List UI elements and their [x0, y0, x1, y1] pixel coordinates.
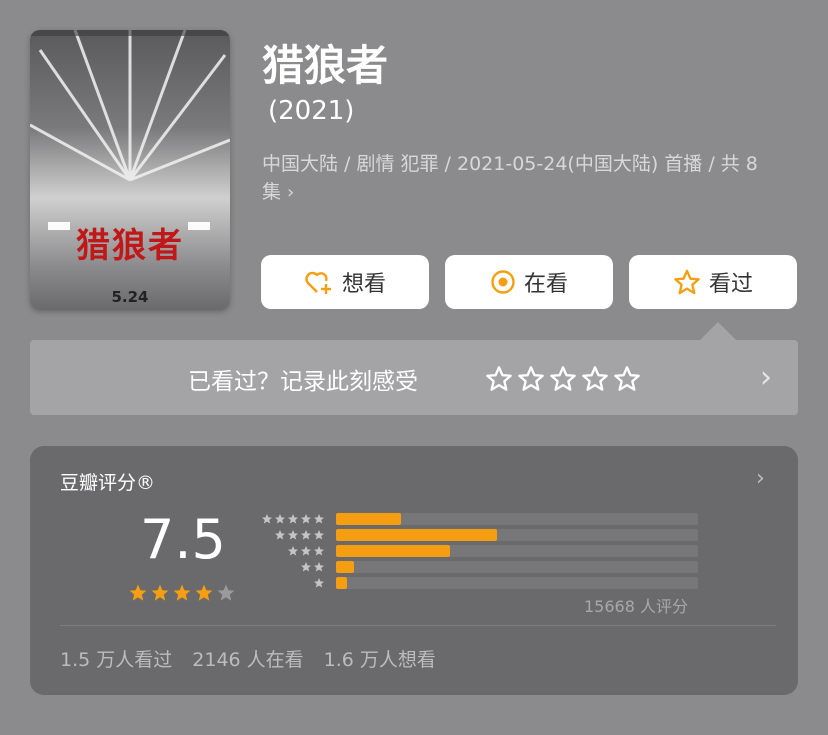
target-icon — [490, 269, 516, 295]
small-star-icon — [301, 562, 311, 572]
small-star-icon — [314, 562, 324, 572]
small-star-icon — [288, 514, 298, 524]
rate-star-icon[interactable] — [517, 365, 545, 393]
small-star-icon — [301, 546, 311, 556]
rating-stars — [128, 583, 236, 603]
distribution-stars-3 — [287, 545, 325, 557]
watching-button[interactable]: 在看 — [445, 255, 613, 309]
chevron-right-icon[interactable]: › — [760, 360, 772, 395]
movie-poster[interactable]: 猎狼者 5.24 — [30, 30, 230, 310]
stat-watched[interactable]: 1.5 万人看过 — [60, 645, 172, 672]
distribution-stars-2 — [300, 561, 325, 573]
star-empty-icon — [217, 584, 235, 601]
want-button-label: 想看 — [341, 272, 386, 297]
distribution-bar-5 — [336, 513, 402, 525]
small-star-icon — [275, 530, 285, 540]
rate-star-icon[interactable] — [485, 365, 513, 393]
distribution-bar-1 — [336, 577, 347, 589]
rate-star-icon[interactable] — [581, 365, 609, 393]
rating-votes[interactable]: 15668 人评分 — [584, 593, 688, 617]
release-year: (2021) — [268, 96, 355, 126]
watched-button[interactable]: 看过 — [629, 255, 797, 309]
rate-star-icon[interactable] — [549, 365, 577, 393]
movie-meta[interactable]: 中国大陆 / 剧情 犯罪 / 2021-05-24(中国大陆) 首播 / 共 8… — [262, 150, 792, 207]
distribution-track — [336, 561, 698, 573]
poster-title: 猎狼者 — [76, 226, 184, 266]
small-star-icon — [314, 530, 324, 540]
small-star-icon — [314, 578, 324, 588]
rating-header: 豆瓣评分® — [60, 472, 156, 494]
small-star-icon — [314, 514, 324, 524]
chevron-right-icon[interactable]: › — [756, 466, 765, 491]
small-star-icon — [301, 530, 311, 540]
distribution-track — [336, 577, 698, 589]
rating-score: 7.5 — [140, 508, 226, 571]
rate-prompt-text: 已看过？记录此刻感受 — [188, 369, 418, 395]
stat-watching[interactable]: 2146 人在看 — [192, 645, 303, 672]
small-star-icon — [314, 546, 324, 556]
distribution-stars-4 — [274, 529, 325, 541]
chevron-right-icon: › — [287, 182, 295, 203]
star-filled-icon — [151, 584, 169, 601]
distribution-bar-4 — [336, 529, 498, 541]
poster-artwork — [30, 30, 230, 230]
distribution-track — [336, 545, 698, 557]
watched-button-label: 看过 — [708, 272, 753, 297]
small-star-icon — [301, 514, 311, 524]
star-filled-icon — [195, 584, 213, 601]
divider — [60, 625, 776, 626]
rate-stars[interactable] — [485, 365, 641, 393]
distribution-bar-2 — [336, 561, 355, 573]
heart-plus-icon — [304, 269, 334, 295]
watching-button-label: 在看 — [523, 272, 568, 297]
distribution-track — [336, 529, 698, 541]
distribution-track — [336, 513, 698, 525]
small-star-icon — [275, 514, 285, 524]
stat-want[interactable]: 1.6 万人想看 — [324, 645, 436, 672]
poster-date: 5.24 — [111, 288, 149, 306]
star-filled-icon — [173, 584, 191, 601]
page-title: 猎狼者 — [262, 41, 389, 90]
want-button[interactable]: 想看 — [261, 255, 429, 309]
distribution-stars-5 — [261, 513, 325, 525]
star-filled-icon — [129, 584, 147, 601]
stats-row: 1.5 万人看过 2146 人在看 1.6 万人想看 — [60, 645, 436, 672]
movie-meta-text: 中国大陆 / 剧情 犯罪 / 2021-05-24(中国大陆) 首播 / 共 8… — [262, 153, 758, 203]
distribution-stars-1 — [313, 577, 325, 589]
small-star-icon — [288, 546, 298, 556]
star-outline-icon — [673, 269, 701, 296]
distribution-bar-3 — [336, 545, 451, 557]
small-star-icon — [288, 530, 298, 540]
small-star-icon — [262, 514, 272, 524]
rate-star-icon[interactable] — [613, 365, 641, 393]
rate-bar-pointer — [700, 322, 736, 340]
